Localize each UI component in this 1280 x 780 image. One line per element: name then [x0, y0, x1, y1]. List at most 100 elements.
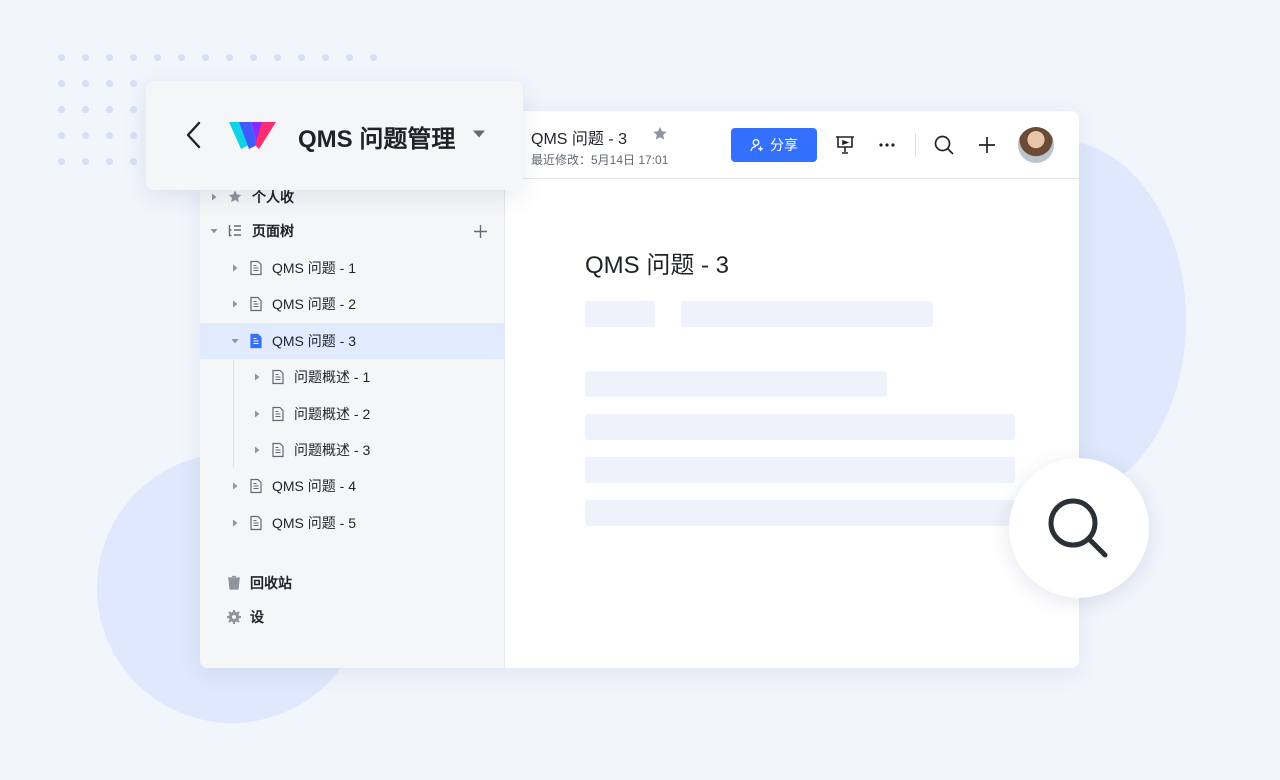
document-icon — [250, 260, 262, 276]
tree-item-label: QMS 问题 - 5 — [272, 514, 357, 531]
space-header-card: QMS 问题管理 — [146, 81, 523, 190]
decorative-dot — [130, 54, 137, 61]
sidebar-item-settings[interactable]: 设 — [200, 599, 505, 635]
decorative-dot — [154, 54, 161, 61]
caret-right-icon[interactable] — [252, 445, 262, 455]
last-modified-text: 最近修改：5月14日 17:01 — [531, 153, 669, 167]
space-title: QMS 问题管理 — [298, 126, 456, 153]
decorative-dot — [106, 54, 113, 61]
caret-right-icon[interactable] — [230, 263, 240, 273]
decorative-dot — [370, 54, 377, 61]
decorative-dot — [130, 80, 137, 87]
document-icon — [250, 515, 262, 530]
document-icon — [250, 333, 262, 348]
document-icon — [250, 297, 262, 312]
add-user-icon — [750, 139, 763, 152]
tree-item[interactable]: 问题概述 - 1 — [200, 359, 505, 395]
search-icon[interactable] — [933, 134, 955, 156]
tree-item[interactable]: QMS 问题 - 3 — [200, 322, 505, 359]
presentation-icon[interactable] — [834, 134, 856, 156]
decorative-dot — [106, 158, 113, 165]
decorative-dot — [130, 106, 137, 113]
gear-icon — [227, 610, 241, 624]
tree-item[interactable]: 问题概述 - 3 — [200, 432, 505, 468]
caret-right-icon[interactable] — [230, 481, 240, 491]
tree-item-label: QMS 问题 - 4 — [272, 478, 357, 495]
favorite-star-icon[interactable] — [652, 126, 668, 142]
search-icon-large — [1048, 498, 1108, 558]
document-icon — [272, 442, 284, 458]
star-icon — [228, 190, 242, 203]
document-icon — [272, 406, 284, 421]
content-placeholder — [585, 414, 1015, 440]
content-placeholder — [585, 500, 1015, 526]
sidebar-item-trash[interactable]: 回收站 — [200, 565, 505, 601]
decorative-dot — [298, 54, 305, 61]
content-placeholder — [681, 301, 933, 327]
tree-item[interactable]: 问题概述 - 2 — [200, 396, 505, 432]
decorative-dot — [226, 54, 233, 61]
caret-down-icon[interactable] — [230, 336, 240, 346]
decorative-dot — [106, 80, 113, 87]
decorative-dot — [106, 106, 113, 113]
dropdown-caret-icon[interactable] — [472, 129, 486, 139]
decorative-dot — [58, 106, 65, 113]
app-logo-icon — [229, 122, 276, 149]
tree-item-label: 问题概述 - 2 — [294, 405, 371, 422]
content-placeholder — [585, 371, 887, 397]
decorative-dot — [58, 80, 65, 87]
content-placeholder — [585, 301, 655, 327]
sidebar-trash-label: 回收站 — [250, 575, 292, 591]
decorative-dot — [82, 80, 89, 87]
tree-item[interactable]: QMS 问题 - 4 — [200, 468, 505, 504]
caret-right-icon[interactable] — [209, 192, 219, 202]
decorative-dot — [106, 132, 113, 139]
decorative-dot — [202, 54, 209, 61]
trash-icon — [228, 575, 240, 590]
caret-right-icon[interactable] — [230, 299, 240, 309]
app-window: 个人收 页面树 QMS 问题 - 1 QMS 问题 - 2 QMS 问题 - 3 问题… — [200, 111, 1079, 668]
share-button-label: 分享 — [770, 137, 798, 153]
search-bubble[interactable] — [1009, 458, 1149, 598]
decorative-dot — [58, 132, 65, 139]
add-page-icon[interactable] — [473, 224, 488, 239]
page-tree-icon — [228, 225, 241, 237]
toolbar-divider — [915, 133, 916, 157]
sidebar-page-tree-label: 页面树 — [252, 223, 294, 239]
document-title: QMS 问题 - 3 — [531, 131, 628, 148]
tree-item-label: QMS 问题 - 2 — [272, 296, 357, 313]
decorative-dot — [322, 54, 329, 61]
avatar[interactable] — [1018, 127, 1054, 163]
tree-item-label: 问题概述 - 1 — [294, 369, 371, 386]
caret-right-icon[interactable] — [252, 409, 262, 419]
sidebar-item-page-tree[interactable]: 页面树 — [200, 213, 505, 249]
document-header: QMS 问题 - 3 最近修改：5月14日 17:01 分享 — [506, 111, 1079, 179]
decorative-dot — [58, 158, 65, 165]
tree-item[interactable]: QMS 问题 - 1 — [200, 250, 505, 286]
tree-item[interactable]: QMS 问题 - 2 — [200, 286, 505, 322]
main-content: QMS 问题 - 3 最近修改：5月14日 17:01 分享 QMS 问题 - … — [506, 111, 1079, 668]
tree-guide-line — [233, 360, 234, 468]
tree-item[interactable]: QMS 问题 - 5 — [200, 505, 505, 541]
page-heading: QMS 问题 - 3 — [585, 252, 730, 279]
decorative-dot — [82, 158, 89, 165]
more-icon[interactable] — [876, 134, 898, 156]
content-placeholder — [585, 457, 1015, 483]
decorative-dot — [346, 54, 353, 61]
caret-right-icon[interactable] — [252, 372, 262, 382]
plus-icon[interactable] — [976, 134, 998, 156]
decorative-dot — [82, 132, 89, 139]
share-button[interactable]: 分享 — [731, 128, 817, 162]
sidebar-settings-label: 设 — [250, 609, 264, 625]
decorative-dot — [130, 158, 137, 165]
caret-right-icon[interactable] — [230, 518, 240, 528]
back-arrow-icon[interactable] — [184, 120, 204, 150]
document-icon — [250, 479, 262, 494]
decorative-dot — [274, 54, 281, 61]
document-icon — [272, 370, 284, 385]
sidebar-favorites-label: 个人收 — [252, 189, 294, 205]
caret-down-icon[interactable] — [209, 226, 219, 236]
decorative-dot — [250, 54, 257, 61]
decorative-dot — [130, 132, 137, 139]
decorative-dot — [82, 106, 89, 113]
